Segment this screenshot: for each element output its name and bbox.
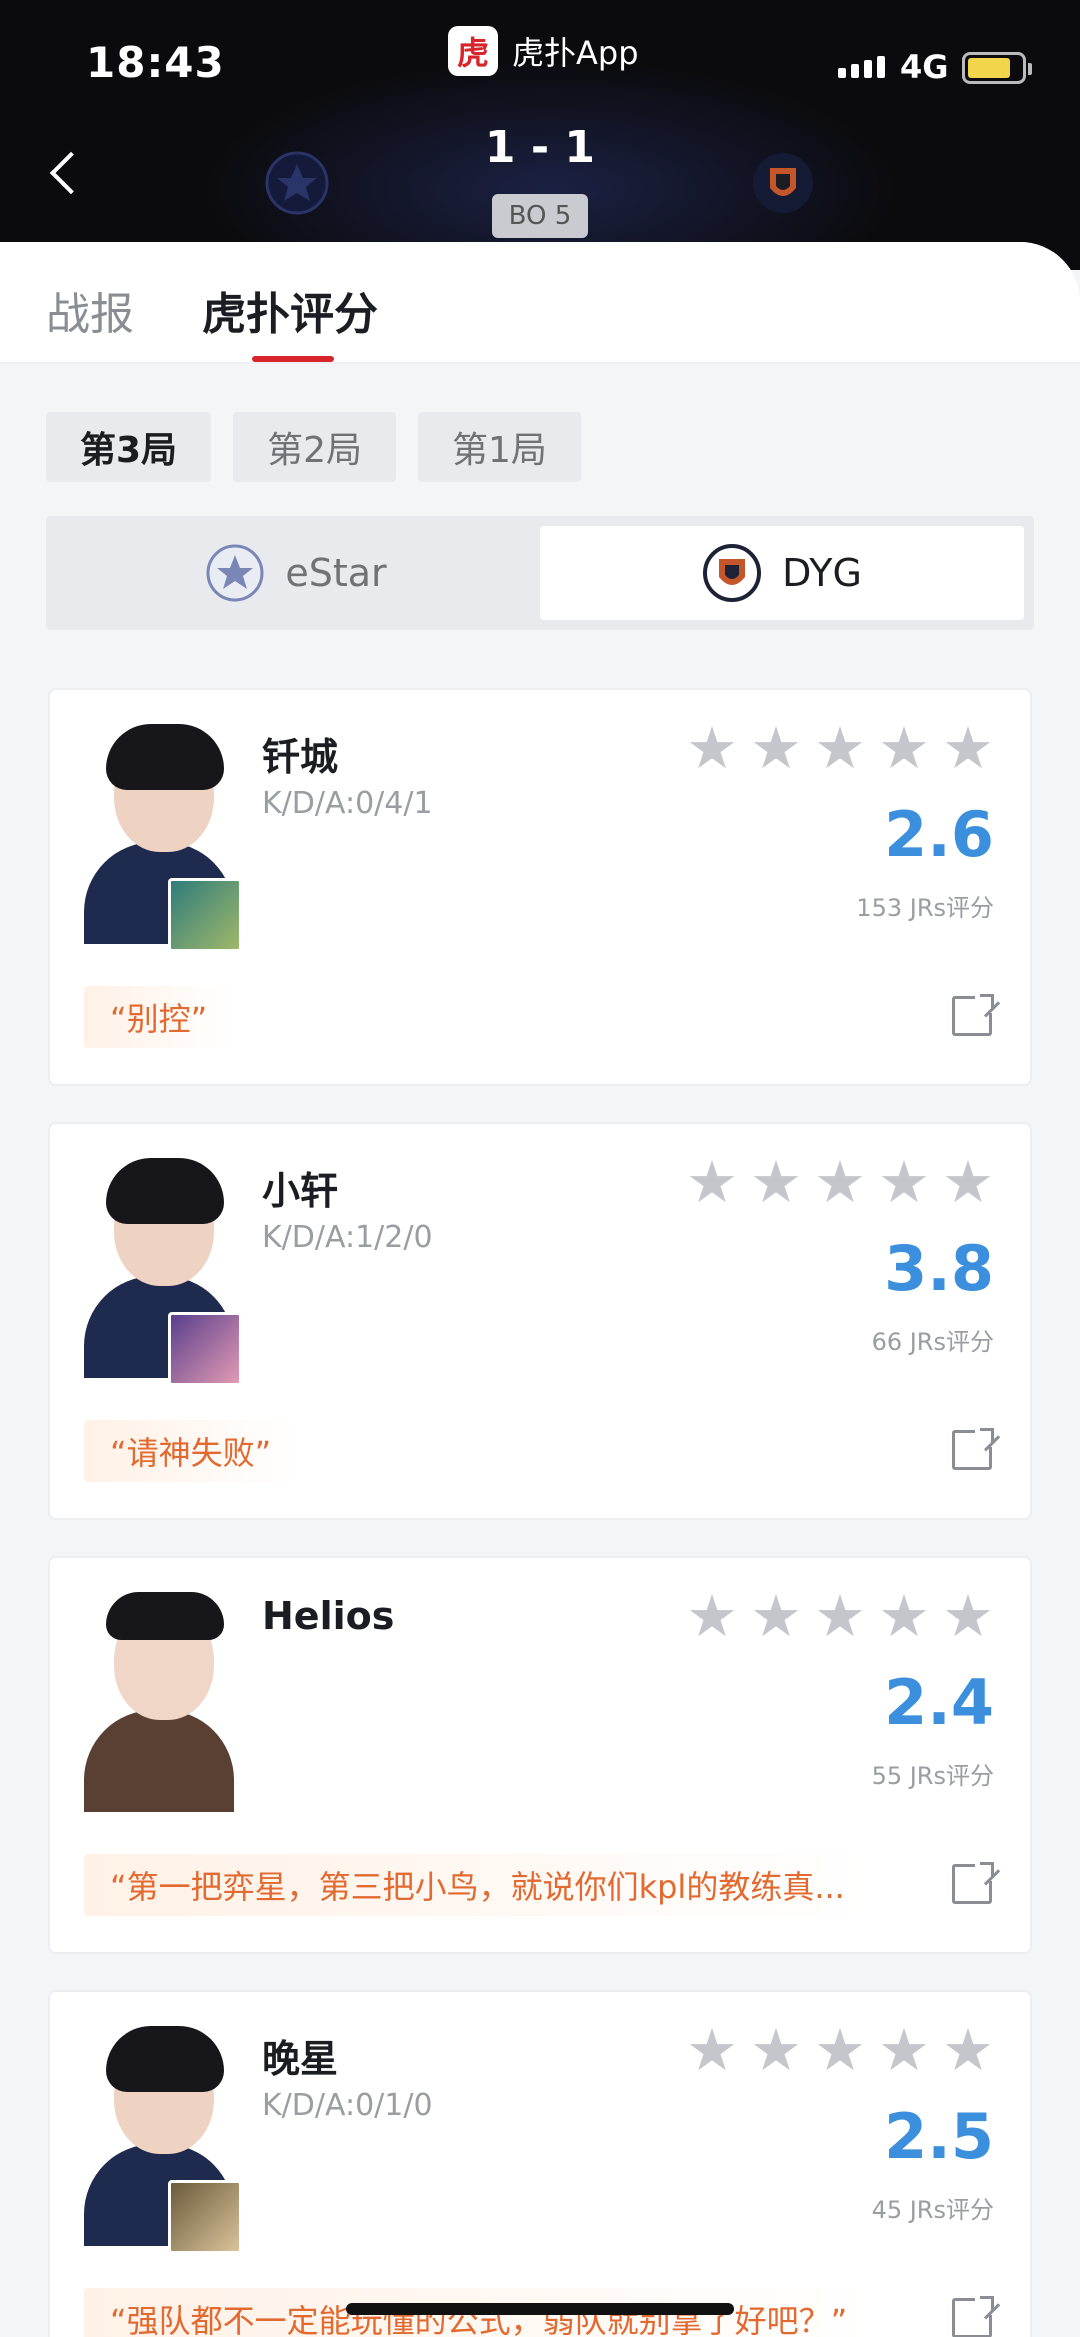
team-name: eStar — [285, 551, 387, 595]
share-icon[interactable] — [952, 2295, 995, 2337]
signal-icon — [838, 56, 885, 78]
rating-votes: 66 JRs评分 — [871, 1328, 994, 1356]
player-kda: K/D/A:0/1/0 — [262, 2088, 433, 2123]
match-score: 1 - 1 — [484, 122, 596, 173]
star-icon[interactable]: ★ — [878, 1586, 930, 1646]
tab-hupu-rating[interactable]: 虎扑评分 — [202, 278, 378, 342]
star-icon[interactable]: ★ — [750, 1152, 802, 1212]
star-icon[interactable]: ★ — [878, 718, 930, 778]
player-name: 晚星 — [262, 2037, 339, 2081]
rating-stars[interactable]: ★ ★ ★ ★ ★ — [686, 718, 994, 778]
player-avatar — [84, 724, 242, 952]
star-icon[interactable]: ★ — [686, 1586, 738, 1646]
star-icon[interactable]: ★ — [814, 1152, 866, 1212]
player-kda: K/D/A:1/2/0 — [262, 1220, 433, 1255]
game-tab-3[interactable]: 第3局 — [46, 412, 212, 482]
player-name: Helios — [262, 1594, 395, 1638]
share-icon[interactable] — [952, 1861, 995, 1904]
team-name: DYG — [782, 551, 862, 595]
team-option-dyg[interactable]: DYG — [540, 526, 1024, 620]
player-name: 钎城 — [262, 735, 339, 779]
player-avatar — [84, 1158, 242, 1386]
dyg-logo-icon — [748, 148, 818, 218]
rating-votes: 153 JRs评分 — [856, 894, 994, 922]
star-icon[interactable]: ★ — [878, 2020, 930, 2080]
dyg-logo-icon — [703, 544, 762, 602]
team-option-estar[interactable]: eStar — [54, 526, 538, 620]
team-switch: eStar DYG — [46, 516, 1034, 630]
share-icon[interactable] — [952, 1427, 995, 1470]
coach-avatar — [84, 1592, 234, 1812]
star-icon[interactable]: ★ — [942, 1152, 994, 1212]
match-format: BO 5 — [492, 194, 588, 238]
player-kda: K/D/A:0/4/1 — [262, 786, 433, 821]
star-icon[interactable]: ★ — [750, 2020, 802, 2080]
star-icon[interactable]: ★ — [814, 1586, 866, 1646]
status-time: 18:43 — [86, 38, 225, 87]
hupu-logo-icon: 虎 — [448, 26, 498, 76]
top-comment[interactable]: “别控” — [84, 986, 234, 1048]
rating-stars[interactable]: ★ ★ ★ ★ ★ — [686, 1586, 994, 1646]
player-rating: 2.4 — [884, 1666, 994, 1739]
home-indicator[interactable] — [346, 2303, 734, 2315]
star-icon[interactable]: ★ — [814, 2020, 866, 2080]
app-name: 虎扑App — [512, 34, 639, 72]
app-badge: 虎 虎扑App — [448, 26, 639, 76]
share-icon[interactable] — [952, 993, 995, 1036]
hero-icon — [168, 878, 242, 952]
star-icon[interactable]: ★ — [686, 2020, 738, 2080]
game-tab-1[interactable]: 第1局 — [417, 412, 581, 482]
player-card[interactable]: Helios ★ ★ ★ ★ ★ 2.4 55 JRs评分 “第一把弈星，第三把小鸟，就… — [48, 1556, 1032, 1954]
star-icon[interactable]: ★ — [942, 1586, 994, 1646]
star-icon[interactable]: ★ — [942, 718, 994, 778]
star-icon[interactable]: ★ — [750, 718, 802, 778]
tab-active-indicator — [252, 356, 334, 362]
star-icon[interactable]: ★ — [750, 1586, 802, 1646]
game-tab-2[interactable]: 第2局 — [233, 412, 396, 482]
player-card[interactable]: 钎城 K/D/A:0/4/1 ★ ★ ★ ★ ★ 2.6 153 JRs评分 “别控” — [48, 688, 1032, 1086]
rating-stars[interactable]: ★ ★ ★ ★ ★ — [686, 1152, 994, 1212]
rating-votes: 45 JRs评分 — [871, 2196, 994, 2224]
hero-icon — [168, 2180, 242, 2254]
star-icon[interactable]: ★ — [814, 718, 866, 778]
game-tabs: 第3局 第2局 第1局 — [46, 412, 581, 482]
star-icon[interactable]: ★ — [686, 718, 738, 778]
network-type: 4G — [900, 48, 949, 86]
match-header: 18:43 虎 虎扑App 4G 1 - 1 BO 5 — [0, 0, 1080, 270]
player-rating: 3.8 — [884, 1232, 994, 1305]
player-name: 小轩 — [262, 1169, 339, 1213]
star-icon[interactable]: ★ — [878, 1152, 930, 1212]
player-rating: 2.6 — [884, 798, 994, 871]
hero-icon — [168, 1312, 242, 1386]
top-comment[interactable]: “第一把弈星，第三把小鸟，就说你们kpl的教练真... — [84, 1854, 871, 1916]
player-card[interactable]: 小轩 K/D/A:1/2/0 ★ ★ ★ ★ ★ 3.8 66 JRs评分 “请神失败” — [48, 1122, 1032, 1520]
battery-icon — [962, 52, 1032, 84]
rating-votes: 55 JRs评分 — [871, 1762, 994, 1790]
rating-stars[interactable]: ★ ★ ★ ★ ★ — [686, 2020, 994, 2080]
player-card[interactable]: 晚星 K/D/A:0/1/0 ★ ★ ★ ★ ★ 2.5 45 JRs评分 “强队都不一… — [48, 1990, 1032, 2337]
star-icon[interactable]: ★ — [686, 1152, 738, 1212]
player-rating: 2.5 — [884, 2100, 994, 2173]
tab-report[interactable]: 战报 — [46, 278, 134, 342]
tab-bar: 战报 虎扑评分 — [0, 242, 1080, 364]
player-avatar — [84, 2026, 242, 2254]
estar-logo-icon — [206, 544, 264, 602]
star-icon[interactable]: ★ — [942, 2020, 994, 2080]
top-comment[interactable]: “请神失败” — [84, 1420, 298, 1482]
